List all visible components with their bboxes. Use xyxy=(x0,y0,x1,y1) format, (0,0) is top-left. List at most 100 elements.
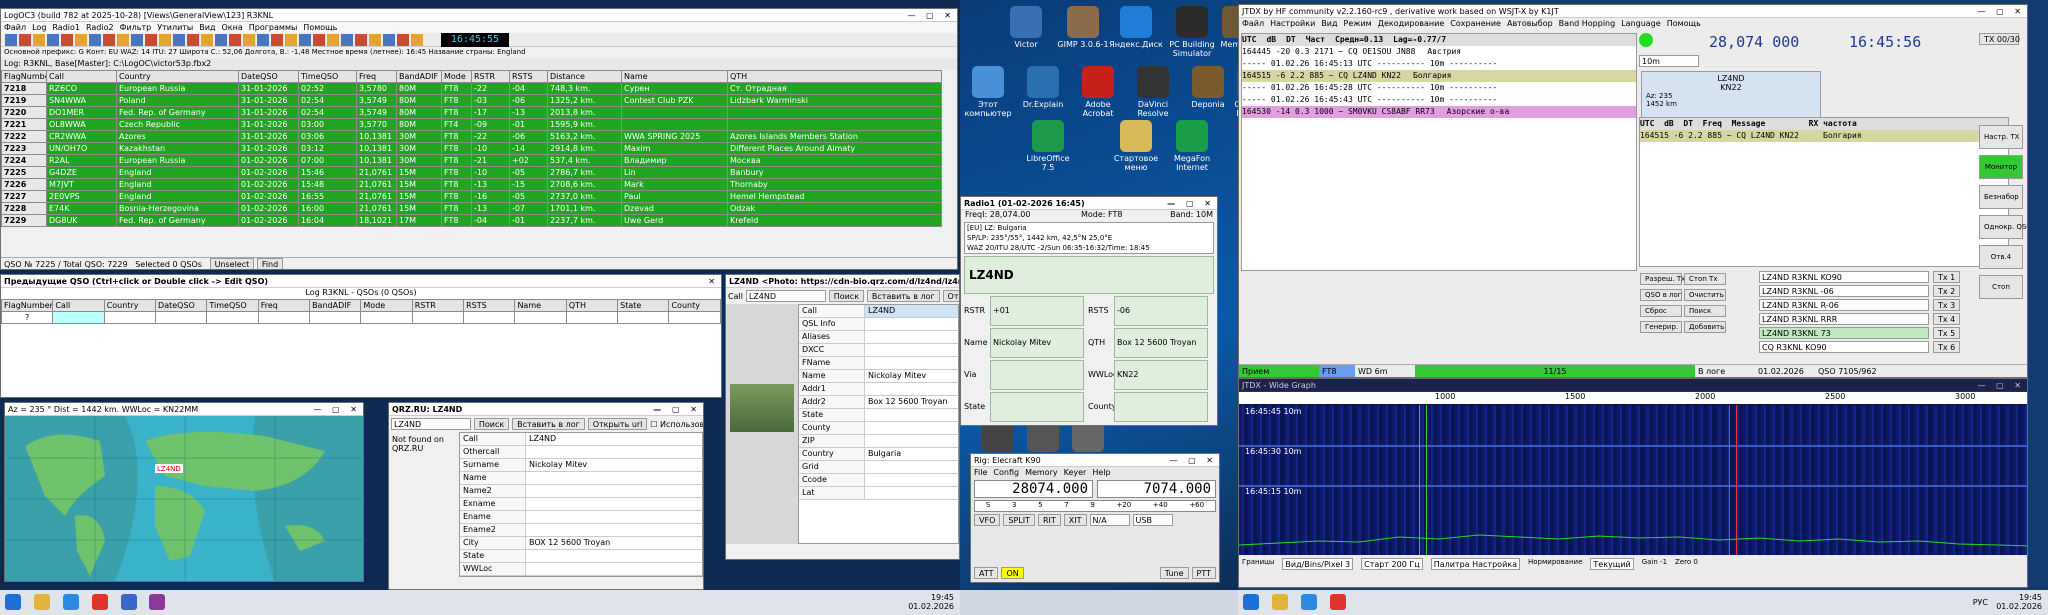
log-row[interactable]: 7227 2E0VPS England 01-02-2026 16:55 21,0761 1… xyxy=(1,190,942,203)
wg-boundaries[interactable]: Границы xyxy=(1242,558,1274,584)
on-button[interactable]: ON xyxy=(1001,567,1024,579)
prevqso-empty-row[interactable]: ? xyxy=(1,311,721,324)
taskbar-clock-right[interactable]: 19:45 01.02.2026 xyxy=(1996,593,2042,611)
desktop-icon[interactable]: Стартовое меню xyxy=(1108,120,1164,172)
widegraph-titlebar[interactable]: JTDX - Wide Graph — ▢ ✕ xyxy=(1239,379,2027,392)
tx-select-button[interactable]: Tx 5 xyxy=(1933,327,1961,339)
qrzcq-tolog-button[interactable]: Вставить в лог xyxy=(866,290,940,302)
qrzcq-field-value[interactable] xyxy=(865,331,958,343)
wg-gain[interactable]: Gain -1 xyxy=(1642,558,1667,584)
log-col-header[interactable]: QTH xyxy=(727,70,942,83)
log-row[interactable]: 7226 M7JVT England 01-02-2026 15:48 21,0761 15… xyxy=(1,178,942,191)
qrzru-field-value[interactable] xyxy=(526,524,702,536)
log-row[interactable]: 7219 SN4WWA Poland 31-01-2026 02:54 3,5749 80M… xyxy=(1,94,942,107)
prevqso-col-header[interactable]: QTH xyxy=(565,299,619,312)
tx-message-field[interactable]: CQ R3KNL KO90 xyxy=(1759,341,1929,353)
tx-control-button[interactable]: QSO в лог xyxy=(1640,289,1682,301)
log-col-header[interactable]: Call xyxy=(46,70,117,83)
prevqso-col-header[interactable]: FlagNumber xyxy=(1,299,54,312)
log-col-header[interactable]: Mode xyxy=(441,70,472,83)
jtdx-menu-help[interactable]: Помощь xyxy=(1667,19,1701,28)
omnirig-menu-help[interactable]: Help xyxy=(1092,468,1110,477)
qrzcq-field-value[interactable] xyxy=(865,487,958,499)
qrzcq-field-value[interactable] xyxy=(865,461,958,473)
dial-frequency[interactable]: 28,074 000 xyxy=(1709,33,1819,51)
prevqso-col-header[interactable]: RSTS xyxy=(463,299,516,312)
window-controls[interactable]: — ▢ ✕ xyxy=(908,9,955,21)
prevqso-col-header[interactable]: RSTR xyxy=(411,299,465,312)
taskbar-clock-left[interactable]: 19:45 01.02.2026 xyxy=(908,593,954,611)
wg-normalize[interactable]: Нормирование xyxy=(1528,558,1582,584)
desktop-icon[interactable]: Яндекс.Диск xyxy=(1108,6,1164,49)
jtdx-menu-file[interactable]: Файл xyxy=(1242,19,1264,28)
toolbar-icons[interactable] xyxy=(5,34,425,46)
log-col-header[interactable]: Country xyxy=(116,70,239,83)
qrzru-field-value[interactable] xyxy=(526,511,702,523)
log-col-header[interactable]: TimeQSO xyxy=(298,70,357,83)
radio1-field-value[interactable]: KN22 xyxy=(1114,360,1208,390)
log-row[interactable]: 7222 CR2WWA Azores 31-01-2026 03:06 10,1381 30… xyxy=(1,130,942,143)
radio1-field-value[interactable]: +01 xyxy=(990,296,1084,326)
log-col-header[interactable]: BandADIF xyxy=(396,70,442,83)
start-icon-right[interactable] xyxy=(1243,594,1259,610)
lang-indicator[interactable]: РУС xyxy=(1973,598,1988,607)
qrzru-field-value[interactable] xyxy=(526,563,702,575)
omnirig-menu-memory[interactable]: Memory xyxy=(1025,468,1058,477)
jtdx-menu-mode[interactable]: Режим xyxy=(1344,19,1372,28)
decode-line[interactable]: 164530 -14 0.3 1000 ~ SM0VKU CS8ABF RR73… xyxy=(1242,106,1636,118)
qrzru-open-button[interactable]: Открыть url xyxy=(587,418,648,430)
desktop-icon[interactable]: MegaFon Internet xyxy=(1164,120,1220,172)
omnirig-menu-file[interactable]: File xyxy=(974,468,987,477)
qrzcq-field-value[interactable] xyxy=(865,474,958,486)
desktop-icon[interactable]: Этот компьютер xyxy=(960,66,1016,118)
tx-message-field[interactable]: LZ4ND R3KNL KO90 xyxy=(1759,271,1929,283)
decode-line[interactable]: ----- 01.02.26 16:45:43 UTC ---------- 1… xyxy=(1242,94,1636,106)
desktop-icon[interactable]: LibreOffice 7.5 xyxy=(1020,120,1076,172)
prevqso-col-header[interactable]: TimeQSO xyxy=(206,299,259,312)
qrzru-search-button[interactable]: Поиск xyxy=(473,418,510,430)
qrzru-field-value[interactable] xyxy=(526,472,702,484)
radio1-titlebar[interactable]: Radio1 (01-02-2026 16:45) — ▢ ✕ xyxy=(961,197,1217,210)
vfo-button[interactable]: VFO xyxy=(974,514,1001,526)
radio1-field-value[interactable] xyxy=(1114,392,1208,422)
log-col-header[interactable]: FlagNumber xyxy=(1,70,47,83)
folder-icon[interactable] xyxy=(33,594,50,610)
omnirig-menu-config[interactable]: Config xyxy=(993,468,1019,477)
app-icon[interactable] xyxy=(120,594,137,610)
start-icon[interactable] xyxy=(5,594,21,610)
split-button[interactable]: SPLIT xyxy=(1003,514,1035,526)
log-col-header[interactable]: Name xyxy=(621,70,728,83)
tune-button[interactable]: Tune xyxy=(1159,567,1189,579)
qrzcq-field-value[interactable]: LZ4ND xyxy=(865,305,958,317)
prevqso-col-header[interactable]: County xyxy=(668,299,721,312)
prevqso-col-header[interactable]: Call xyxy=(52,299,105,312)
log-row[interactable]: 7221 OL8WWA Czech Republic 31-01-2026 03:00 3… xyxy=(1,118,942,131)
qrzru-search-input[interactable]: LZ4ND xyxy=(391,418,471,430)
radio1-field-value[interactable]: Nickolay Mitev xyxy=(990,328,1084,358)
jtdx-menu-view[interactable]: Вид xyxy=(1321,19,1337,28)
band-select[interactable]: 10m xyxy=(1639,55,1699,67)
qrzru-tolog-button[interactable]: Вставить в лог xyxy=(512,418,585,430)
log-col-header[interactable]: RSTS xyxy=(509,70,548,83)
desktop-icon[interactable]: GIMP 3.0.6-1 xyxy=(1055,6,1111,49)
log-col-header[interactable]: Distance xyxy=(547,70,622,83)
tx-select-button[interactable]: Tx 1 xyxy=(1933,271,1961,283)
side-button[interactable]: Отв.4 xyxy=(1979,245,2023,269)
mode-select[interactable]: N/A xyxy=(1089,514,1130,526)
jtdx-menu-decode[interactable]: Декодирование xyxy=(1378,19,1445,28)
att-button[interactable]: ATT xyxy=(974,567,999,579)
waterfall[interactable]: 16:45:45 10m 16:45:30 10m 16:45:15 10m xyxy=(1239,405,2027,555)
qrzcq-field-value[interactable] xyxy=(865,435,958,447)
edge-icon-right[interactable] xyxy=(1300,594,1317,610)
menu-radio2[interactable]: Radio2 xyxy=(86,23,114,32)
usb-select[interactable]: USB xyxy=(1132,514,1173,526)
tx-select-button[interactable]: Tx 3 xyxy=(1933,299,1961,311)
tx-select-button[interactable]: Tx 4 xyxy=(1933,313,1961,325)
tx-message-field[interactable]: LZ4ND R3KNL RRR xyxy=(1759,313,1929,325)
wg-current[interactable]: Текущий xyxy=(1590,558,1634,570)
tx-select-button[interactable]: Tx 2 xyxy=(1933,285,1961,297)
tx-control-button[interactable]: Поиск xyxy=(1684,305,1726,317)
qrzru-field-value[interactable]: BOX 12 5600 Troyan xyxy=(526,537,702,549)
side-button[interactable]: Настр. TX xyxy=(1979,125,2023,149)
qrzru-field-value[interactable]: LZ4ND xyxy=(526,433,702,445)
